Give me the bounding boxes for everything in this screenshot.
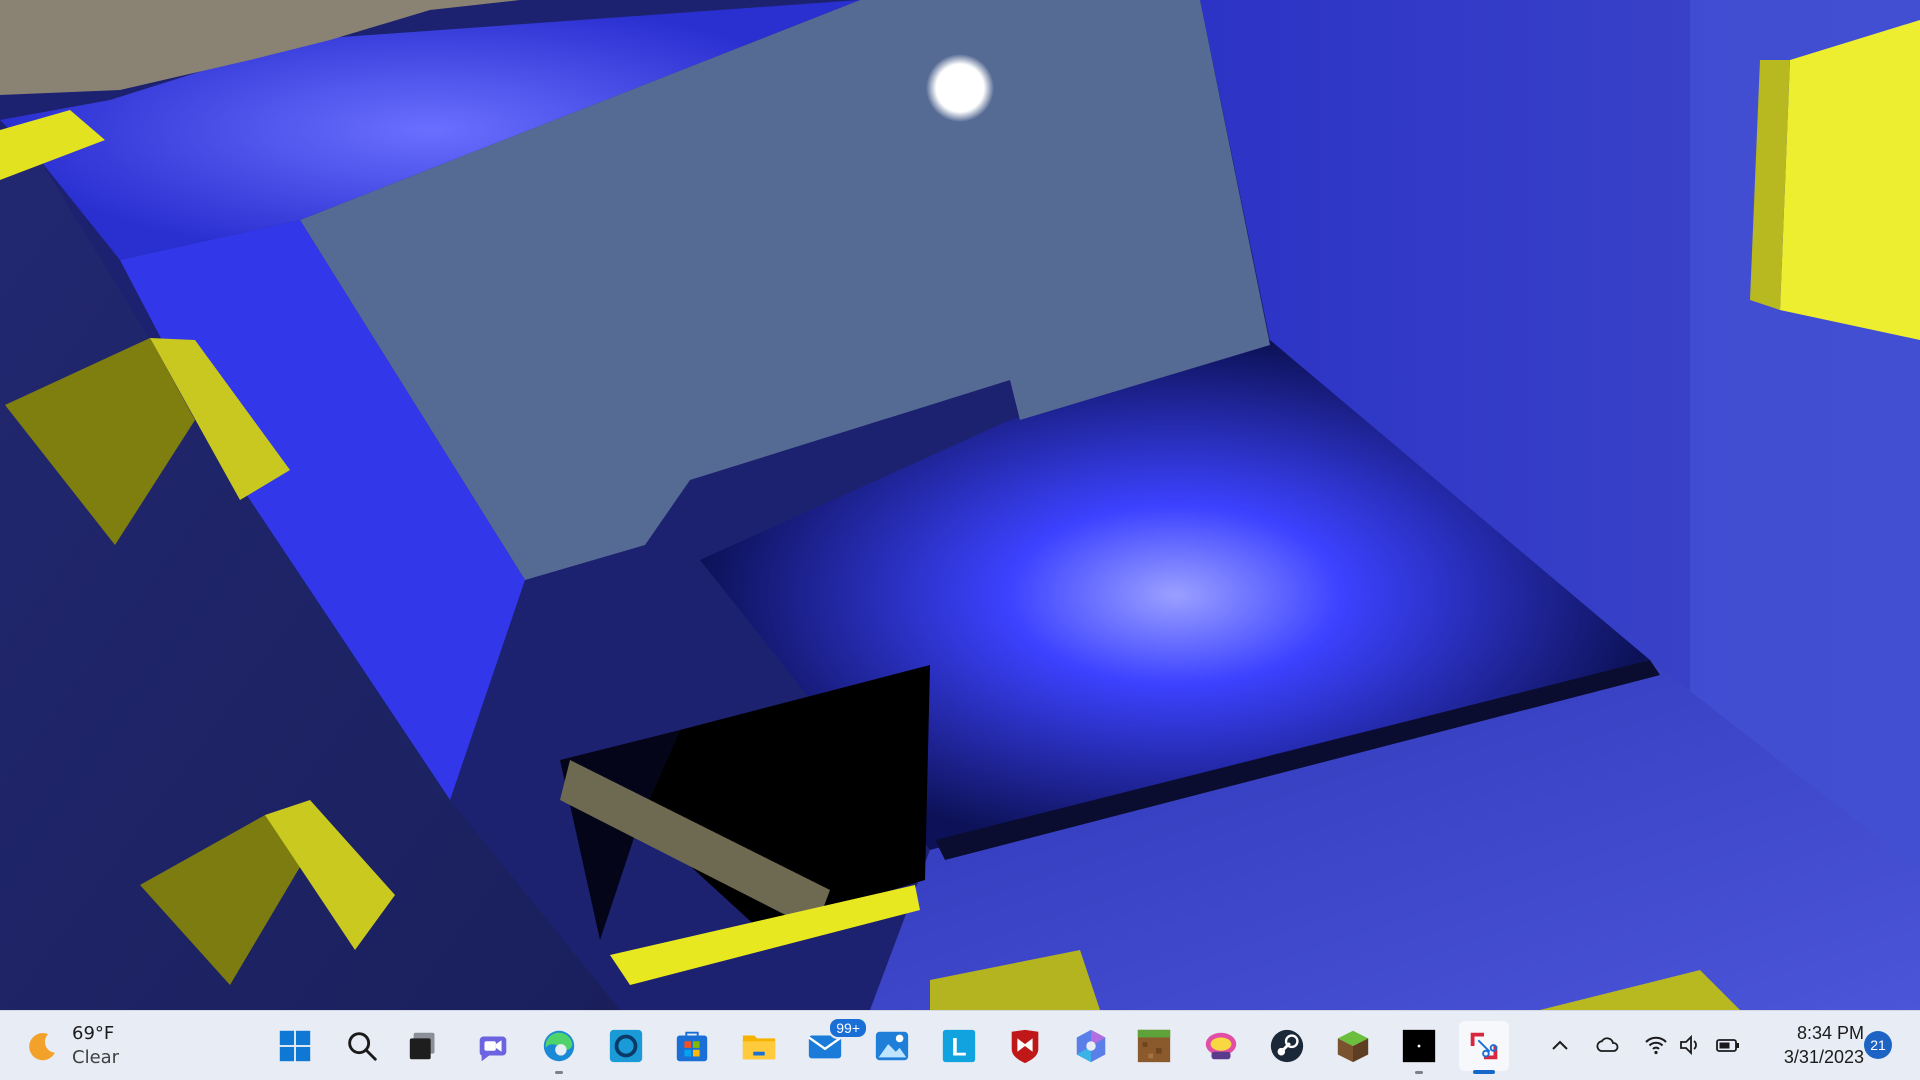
weather-widget[interactable]: 69°F Clear xyxy=(26,1021,119,1071)
mail-unread-badge: 99+ xyxy=(828,1017,868,1039)
running-indicator xyxy=(1415,1071,1423,1074)
mail-app[interactable]: 99+ xyxy=(800,1017,868,1071)
game-logo-icon xyxy=(1205,1032,1237,1060)
weather-condition: Clear xyxy=(72,1047,120,1068)
photos-app[interactable] xyxy=(867,1021,917,1071)
active-indicator xyxy=(1473,1070,1495,1074)
yellow-cube-3 xyxy=(1780,20,1920,340)
notification-count-badge[interactable]: 21 xyxy=(1864,1031,1892,1059)
steam-icon xyxy=(1270,1029,1304,1063)
cloud-icon xyxy=(1596,1037,1619,1052)
chevron-up-icon xyxy=(1552,1040,1568,1050)
clock[interactable]: 8:34 PM 3/31/2023 xyxy=(1754,1021,1864,1069)
search-icon xyxy=(348,1032,377,1061)
letter-l-icon: L xyxy=(942,1029,976,1063)
battery-icon xyxy=(1716,1039,1739,1052)
grass-block-icon xyxy=(1137,1029,1171,1063)
clock-time: 8:34 PM xyxy=(1796,1023,1864,1043)
l-app[interactable]: L xyxy=(934,1021,984,1071)
moon-icon xyxy=(29,1033,55,1061)
minecraft-icon xyxy=(1337,1030,1369,1063)
task-view-icon xyxy=(409,1032,435,1060)
terminal-app[interactable] xyxy=(1394,1021,1444,1074)
copilot-app[interactable] xyxy=(1066,1021,1116,1071)
taskbar: 69°F Clear 99+ L 8:34 PM 3/31/2023 21 xyxy=(0,1010,1920,1080)
volume-tray[interactable] xyxy=(1672,1027,1708,1063)
svg-text:L: L xyxy=(951,1035,966,1062)
clock-date: 3/31/2023 xyxy=(1783,1047,1864,1067)
wifi-tray[interactable] xyxy=(1638,1027,1674,1063)
start-button[interactable] xyxy=(270,1021,320,1071)
moon xyxy=(926,54,994,122)
weather-temperature: 69°F xyxy=(72,1023,115,1044)
show-hidden-icons-button[interactable] xyxy=(1542,1027,1578,1063)
cortana-icon xyxy=(609,1029,643,1063)
hexagon-icon xyxy=(1076,1029,1106,1063)
wifi-icon xyxy=(1645,1036,1667,1055)
store-icon xyxy=(676,1031,708,1062)
battery-tray[interactable] xyxy=(1710,1027,1746,1063)
store-app[interactable] xyxy=(667,1021,717,1071)
cortana-app[interactable] xyxy=(601,1021,651,1071)
running-indicator xyxy=(555,1071,563,1074)
minecraft-dungeons-app[interactable] xyxy=(1129,1021,1179,1071)
chat-icon xyxy=(479,1036,507,1062)
file-explorer-app[interactable] xyxy=(734,1021,784,1071)
onedrive-tray[interactable] xyxy=(1590,1027,1626,1063)
game-viewport[interactable] xyxy=(0,0,1920,1010)
edge-app[interactable] xyxy=(534,1021,584,1074)
mcafee-icon xyxy=(1011,1029,1039,1064)
search-button[interactable] xyxy=(337,1021,387,1071)
snipping-tool-app[interactable] xyxy=(1459,1021,1509,1074)
black-window-icon xyxy=(1402,1029,1436,1063)
minecraft-app[interactable] xyxy=(1328,1021,1378,1071)
mcafee-app[interactable] xyxy=(1000,1021,1050,1071)
speaker-icon xyxy=(1680,1034,1697,1056)
photos-icon xyxy=(875,1031,909,1061)
windows-logo-icon xyxy=(279,1030,311,1062)
game-app[interactable] xyxy=(1196,1021,1246,1071)
snip-icon xyxy=(1470,1032,1498,1060)
steam-app[interactable] xyxy=(1262,1021,1312,1071)
edge-icon xyxy=(543,1030,575,1062)
teams-chat-app[interactable] xyxy=(468,1021,518,1071)
task-view-button[interactable] xyxy=(400,1021,450,1071)
folder-icon xyxy=(742,1035,776,1060)
3d-scene xyxy=(0,0,1920,1010)
